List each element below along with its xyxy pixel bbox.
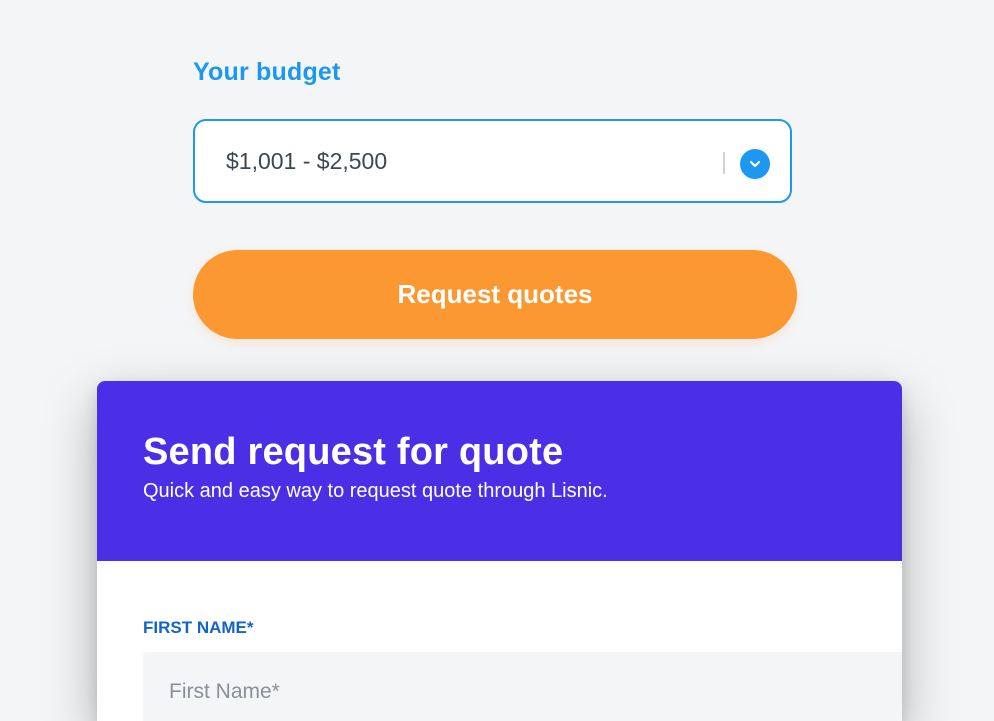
card-header: Send request for quote Quick and easy wa… [97, 381, 902, 561]
quote-request-card: Send request for quote Quick and easy wa… [97, 381, 902, 721]
chevron-down-icon[interactable] [740, 149, 770, 179]
request-quotes-button[interactable]: Request quotes [193, 250, 797, 339]
budget-selected-value: $1,001 - $2,500 [226, 148, 388, 174]
budget-label: Your budget [193, 58, 341, 86]
budget-select[interactable]: $1,001 - $2,500 [193, 119, 792, 203]
card-title: Send request for quote [143, 431, 564, 473]
select-divider [723, 152, 725, 174]
first-name-label: FIRST NAME* [143, 618, 254, 637]
card-subtitle: Quick and easy way to request quote thro… [143, 480, 608, 502]
